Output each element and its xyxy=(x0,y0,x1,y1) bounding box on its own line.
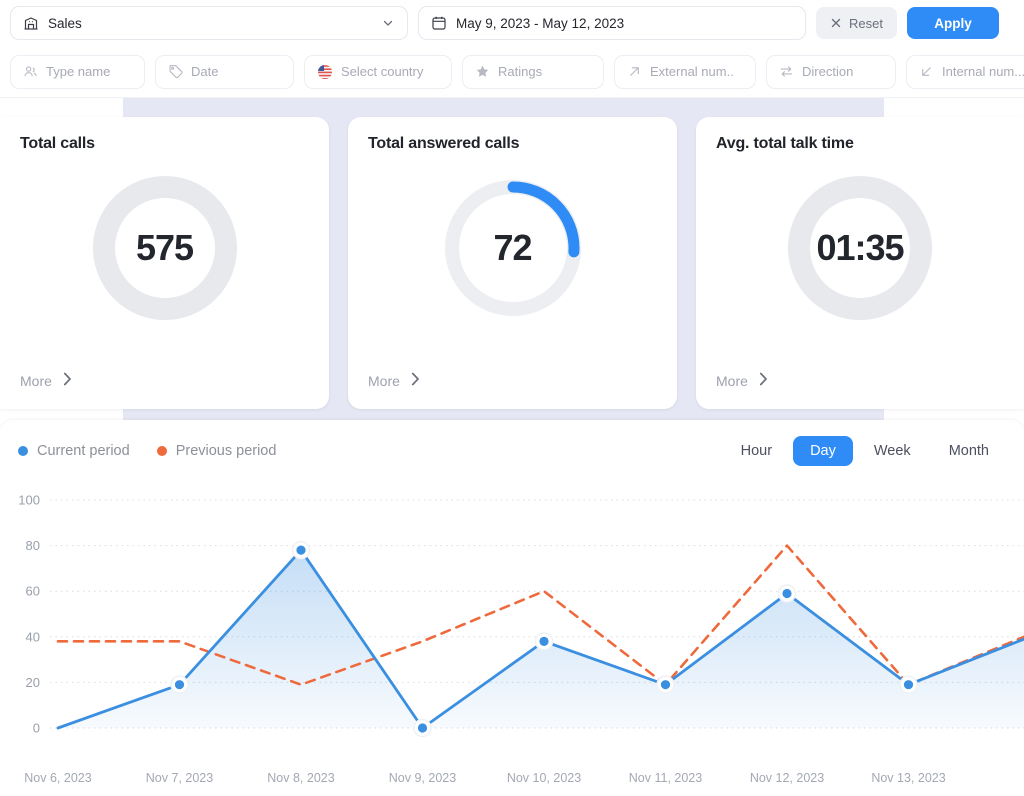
period-tab-hour[interactable]: Hour xyxy=(724,436,789,466)
period-tab-day[interactable]: Day xyxy=(793,436,853,466)
filter-date-label: Date xyxy=(191,64,218,79)
period-toggle-group: HourDayWeekMonth xyxy=(724,436,1006,466)
reset-button[interactable]: Reset xyxy=(816,7,897,39)
filter-bar: Type name Date xyxy=(0,46,1024,98)
data-point[interactable] xyxy=(539,637,548,646)
period-tab-week[interactable]: Week xyxy=(857,436,928,466)
stat-cards: Total calls 575 More xyxy=(0,98,1024,420)
filter-external-number[interactable]: External num.. xyxy=(614,55,756,89)
y-axis-tick: 80 xyxy=(26,538,40,553)
x-axis-tick: Nov 11, 2023 xyxy=(629,771,702,785)
chart-header: Current period Previous period HourDayWe… xyxy=(0,420,1024,482)
y-axis-tick: 60 xyxy=(26,584,40,599)
donut-chart-total-calls: 575 xyxy=(0,175,329,321)
date-range-value: May 9, 2023 - May 12, 2023 xyxy=(456,16,624,31)
chevron-right-icon xyxy=(63,372,72,390)
data-point[interactable] xyxy=(296,546,305,555)
y-axis-tick: 20 xyxy=(26,675,40,690)
x-axis-tick: Nov 7, 2023 xyxy=(146,771,213,785)
legend-label-current: Current period xyxy=(37,443,130,459)
x-axis-tick: Nov 6, 2023 xyxy=(24,771,91,785)
top-toolbar: Sales May 9, 2023 - May 12, 2023 xyxy=(0,0,1024,46)
filter-direction-label: Direction xyxy=(802,64,853,79)
close-icon xyxy=(830,17,842,29)
legend-label-previous: Previous period xyxy=(176,443,277,459)
period-tab-month[interactable]: Month xyxy=(932,436,1006,466)
legend-dot-current xyxy=(18,446,28,456)
chevron-right-icon xyxy=(411,372,420,390)
filter-date[interactable]: Date xyxy=(155,55,294,89)
flag-us-icon xyxy=(317,64,333,80)
apply-button[interactable]: Apply xyxy=(907,7,999,39)
star-icon xyxy=(475,64,490,79)
stat-card-avg-talk-time: Avg. total talk time 01:35 More xyxy=(696,117,1024,409)
calls-chart-panel: Current period Previous period HourDayWe… xyxy=(0,420,1024,796)
legend-dot-previous xyxy=(157,446,167,456)
filter-ratings[interactable]: Ratings xyxy=(462,55,604,89)
stat-card-value: 575 xyxy=(92,175,238,321)
data-point[interactable] xyxy=(904,680,913,689)
filter-country[interactable]: Select country xyxy=(304,55,452,89)
stat-card-title: Total calls xyxy=(20,135,309,153)
stat-card-title: Total answered calls xyxy=(368,135,657,153)
y-axis-tick: 0 xyxy=(33,721,40,736)
filter-internal-number[interactable]: Internal num... xyxy=(906,55,1024,89)
arrow-in-icon xyxy=(919,64,934,79)
x-axis-tick: Nov 10, 2023 xyxy=(507,771,581,785)
data-point[interactable] xyxy=(418,723,427,732)
more-link-avg-talk-time[interactable]: More xyxy=(716,372,768,390)
donut-chart-avg-talk-time: 01:35 xyxy=(696,175,1024,321)
more-link-answered-calls[interactable]: More xyxy=(368,372,420,390)
tag-icon xyxy=(168,64,183,79)
filter-type-name-label: Type name xyxy=(46,64,110,79)
department-select[interactable]: Sales xyxy=(10,6,408,40)
filter-internal-number-label: Internal num... xyxy=(942,64,1024,79)
stat-card-value: 72 xyxy=(440,175,586,321)
analytics-dashboard: Sales May 9, 2023 - May 12, 2023 xyxy=(0,0,1024,796)
calendar-icon xyxy=(431,15,447,31)
stat-card-value: 01:35 xyxy=(787,175,933,321)
filter-country-label: Select country xyxy=(341,64,423,79)
filter-type-name[interactable]: Type name xyxy=(10,55,145,89)
reset-button-label: Reset xyxy=(849,16,883,31)
chevron-down-icon[interactable] xyxy=(381,16,395,30)
people-icon xyxy=(23,64,38,79)
x-axis-tick: Nov 12, 2023 xyxy=(750,771,824,785)
date-range-picker[interactable]: May 9, 2023 - May 12, 2023 xyxy=(418,6,806,40)
building-icon xyxy=(23,15,39,31)
data-point[interactable] xyxy=(782,589,791,598)
arrow-out-icon xyxy=(627,64,642,79)
chevron-right-icon xyxy=(759,372,768,390)
stat-cards-band: Total calls 575 More xyxy=(0,98,1024,420)
legend-item-current-period[interactable]: Current period xyxy=(18,443,130,459)
x-axis-tick: Nov 9, 2023 xyxy=(389,771,456,785)
data-point[interactable] xyxy=(175,680,184,689)
x-axis-tick: Nov 13, 2023 xyxy=(871,771,945,785)
y-axis-tick: 100 xyxy=(18,493,40,508)
filter-external-number-label: External num.. xyxy=(650,64,734,79)
more-link-label: More xyxy=(20,373,52,389)
more-link-label: More xyxy=(716,373,748,389)
department-select-value: Sales xyxy=(48,16,372,31)
stat-card-total-calls: Total calls 575 More xyxy=(0,117,329,409)
more-link-label: More xyxy=(368,373,400,389)
donut-chart-answered-calls: 72 xyxy=(348,175,677,321)
chart-plot-area: 0 20 40 60 80 100 Nov 6, 2023 Nov 7, 2023 Nov 8,… xyxy=(0,482,1024,796)
stat-card-title: Avg. total talk time xyxy=(716,135,1004,153)
filter-direction[interactable]: Direction xyxy=(766,55,896,89)
x-axis-tick: Nov 8, 2023 xyxy=(267,771,334,785)
direction-icon xyxy=(779,64,794,79)
chart-legend: Current period Previous period xyxy=(18,443,276,459)
stat-card-total-answered-calls: Total answered calls 72 More xyxy=(348,117,677,409)
more-link-total-calls[interactable]: More xyxy=(20,372,72,390)
filter-ratings-label: Ratings xyxy=(498,64,542,79)
legend-item-previous-period[interactable]: Previous period xyxy=(157,443,277,459)
data-point[interactable] xyxy=(661,680,670,689)
y-axis-tick: 40 xyxy=(26,629,40,644)
